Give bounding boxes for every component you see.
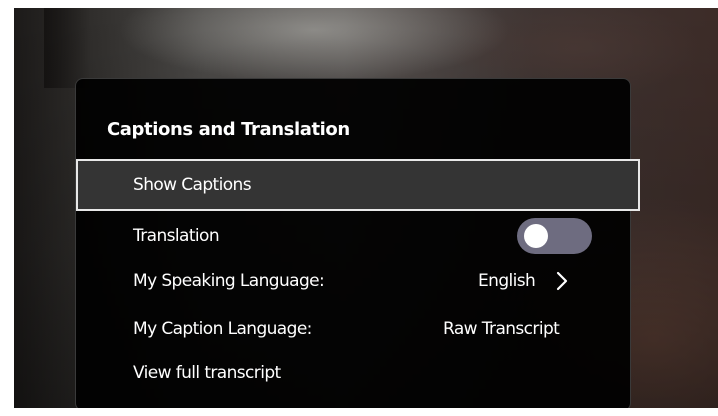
caption-language-value: Raw Transcript (443, 319, 560, 339)
view-transcript-label: View full transcript (133, 363, 281, 383)
speaking-language-label: My Speaking Language: (133, 271, 325, 291)
translation-toggle[interactable] (517, 218, 592, 254)
translation-label: Translation (133, 226, 220, 246)
toggle-knob (524, 224, 548, 248)
caption-language-item[interactable]: My Caption Language: Raw Transcript (76, 307, 630, 351)
menu-title: Captions and Translation (107, 119, 350, 140)
view-transcript-item[interactable]: View full transcript (76, 351, 630, 395)
speaking-language-value: English (478, 271, 536, 291)
captions-menu: Captions and Translation Show Captions T… (75, 78, 640, 408)
video-background: Captions and Translation Show Captions T… (14, 8, 718, 408)
show-captions-item[interactable]: Show Captions (76, 159, 640, 211)
speaking-language-item[interactable]: My Speaking Language: English (76, 259, 630, 303)
chevron-right-icon (556, 271, 568, 291)
translation-item: Translation (76, 214, 630, 258)
show-captions-label: Show Captions (133, 175, 252, 195)
caption-language-label: My Caption Language: (133, 319, 312, 339)
